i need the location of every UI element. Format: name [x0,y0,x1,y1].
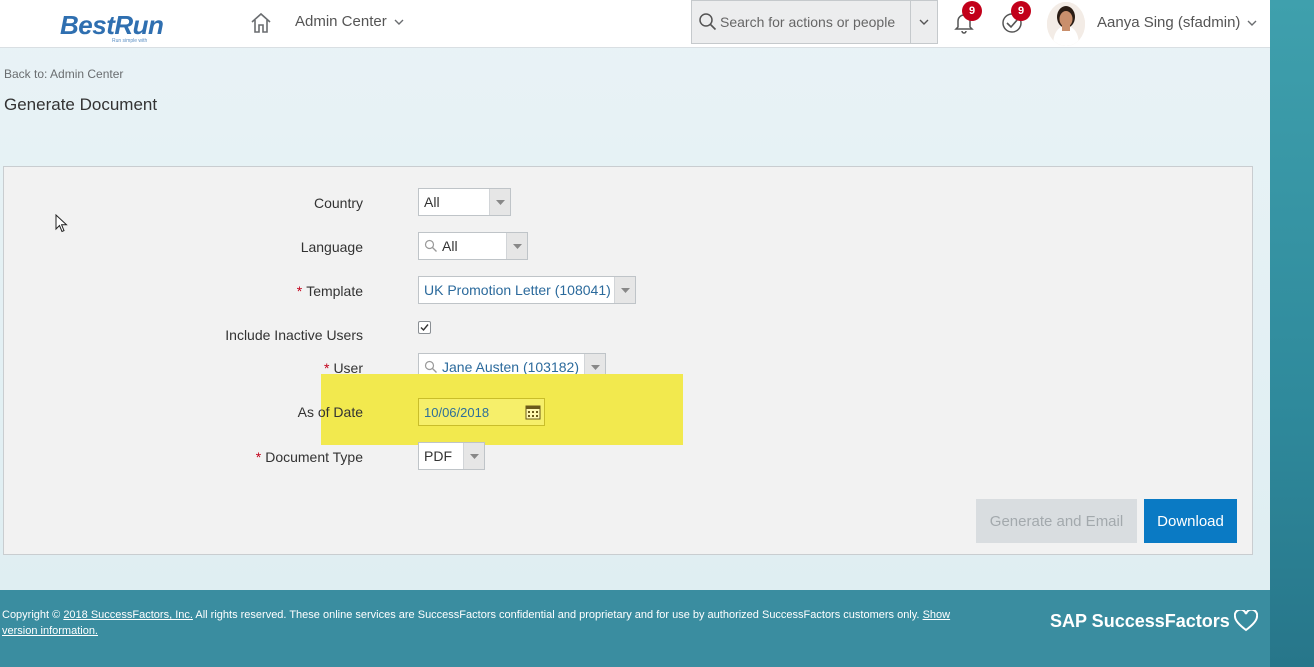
page-title: Generate Document [4,95,158,114]
search-bar [691,0,938,44]
template-value: UK Promotion Letter (108041) [424,282,611,298]
chevron-down-icon [919,19,929,25]
copyright-body: All rights reserved. These online servic… [195,609,920,621]
bestrun-logo[interactable]: BestRun Run simple with [58,6,168,46]
top-header: BestRun Run simple with Admin Center 9 9 [0,0,1270,48]
template-label-text: Template [306,283,363,299]
search-dropdown-button[interactable] [910,1,937,43]
heart-icon [1233,610,1258,632]
as-of-date-input[interactable]: 10/06/2018 [418,398,545,426]
brand-text: SAP SuccessFactors [1050,610,1230,631]
home-icon[interactable] [248,10,274,36]
successfactors-link[interactable]: 2018 SuccessFactors, Inc. [63,609,193,621]
document-type-label: * Document Type [256,449,363,465]
search-icon [424,360,437,373]
dropdown-arrow-icon[interactable] [614,277,635,303]
user-name-label: Aanya Sing (sfadmin) [1097,14,1241,31]
user-menu[interactable]: Aanya Sing (sfadmin) [1097,14,1258,31]
generate-document-panel [3,166,1253,555]
logo-tagline: Run simple with [112,38,148,44]
notifications-button[interactable]: 9 [952,1,982,34]
template-label: * Template [297,283,363,299]
dropdown-arrow-icon[interactable] [489,189,510,215]
page-body: BestRun Run simple with Admin Center 9 9 [0,0,1270,590]
nav-title-label: Admin Center [295,13,387,30]
as-of-date-value: 10/06/2018 [424,404,490,420]
country-select[interactable]: All [418,188,511,216]
template-select[interactable]: UK Promotion Letter (108041) [418,276,636,304]
required-marker: * [255,449,262,465]
language-value: All [442,238,458,254]
search-input[interactable] [720,14,905,30]
download-button[interactable]: Download [1144,499,1237,543]
avatar[interactable] [1047,2,1085,46]
back-to-admin-center-link[interactable]: Back to: Admin Center [4,67,123,81]
footer-copyright: Copyright © 2018 SuccessFactors, Inc. Al… [2,607,962,639]
logo-text: BestRun [60,10,164,40]
chevron-down-icon [394,19,404,25]
calendar-icon[interactable] [525,404,541,420]
copyright-prefix: Copyright © [2,609,61,621]
search-icon [424,239,437,252]
todo-badge: 9 [1011,1,1031,21]
generate-and-email-button[interactable]: Generate and Email [976,499,1137,543]
chevron-down-icon [1247,20,1257,26]
sap-successfactors-logo: SAP SuccessFactors [1050,610,1258,632]
language-combobox[interactable]: All [418,232,528,260]
required-marker: * [296,283,303,299]
right-edge-strip [1270,0,1314,667]
search-icon [699,13,717,31]
mouse-cursor-icon [55,213,69,237]
todo-button[interactable]: 9 [1000,1,1031,34]
document-type-label-text: Document Type [265,449,363,465]
admin-center-menu[interactable]: Admin Center [295,13,405,30]
dropdown-arrow-icon[interactable] [463,443,484,469]
country-value: All [424,194,440,210]
notifications-badge: 9 [962,1,982,21]
include-inactive-users-label: Include Inactive Users [225,327,363,343]
document-type-value: PDF [424,448,452,464]
language-label: Language [300,239,363,255]
country-label: Country [313,195,363,211]
checkmark-icon [420,324,429,332]
include-inactive-users-checkbox[interactable] [418,321,431,334]
document-type-select[interactable]: PDF [418,442,485,470]
as-of-date-label: As of Date [297,404,363,420]
user-value: Jane Austen (103182) [442,359,579,375]
dropdown-arrow-icon[interactable] [506,233,527,259]
